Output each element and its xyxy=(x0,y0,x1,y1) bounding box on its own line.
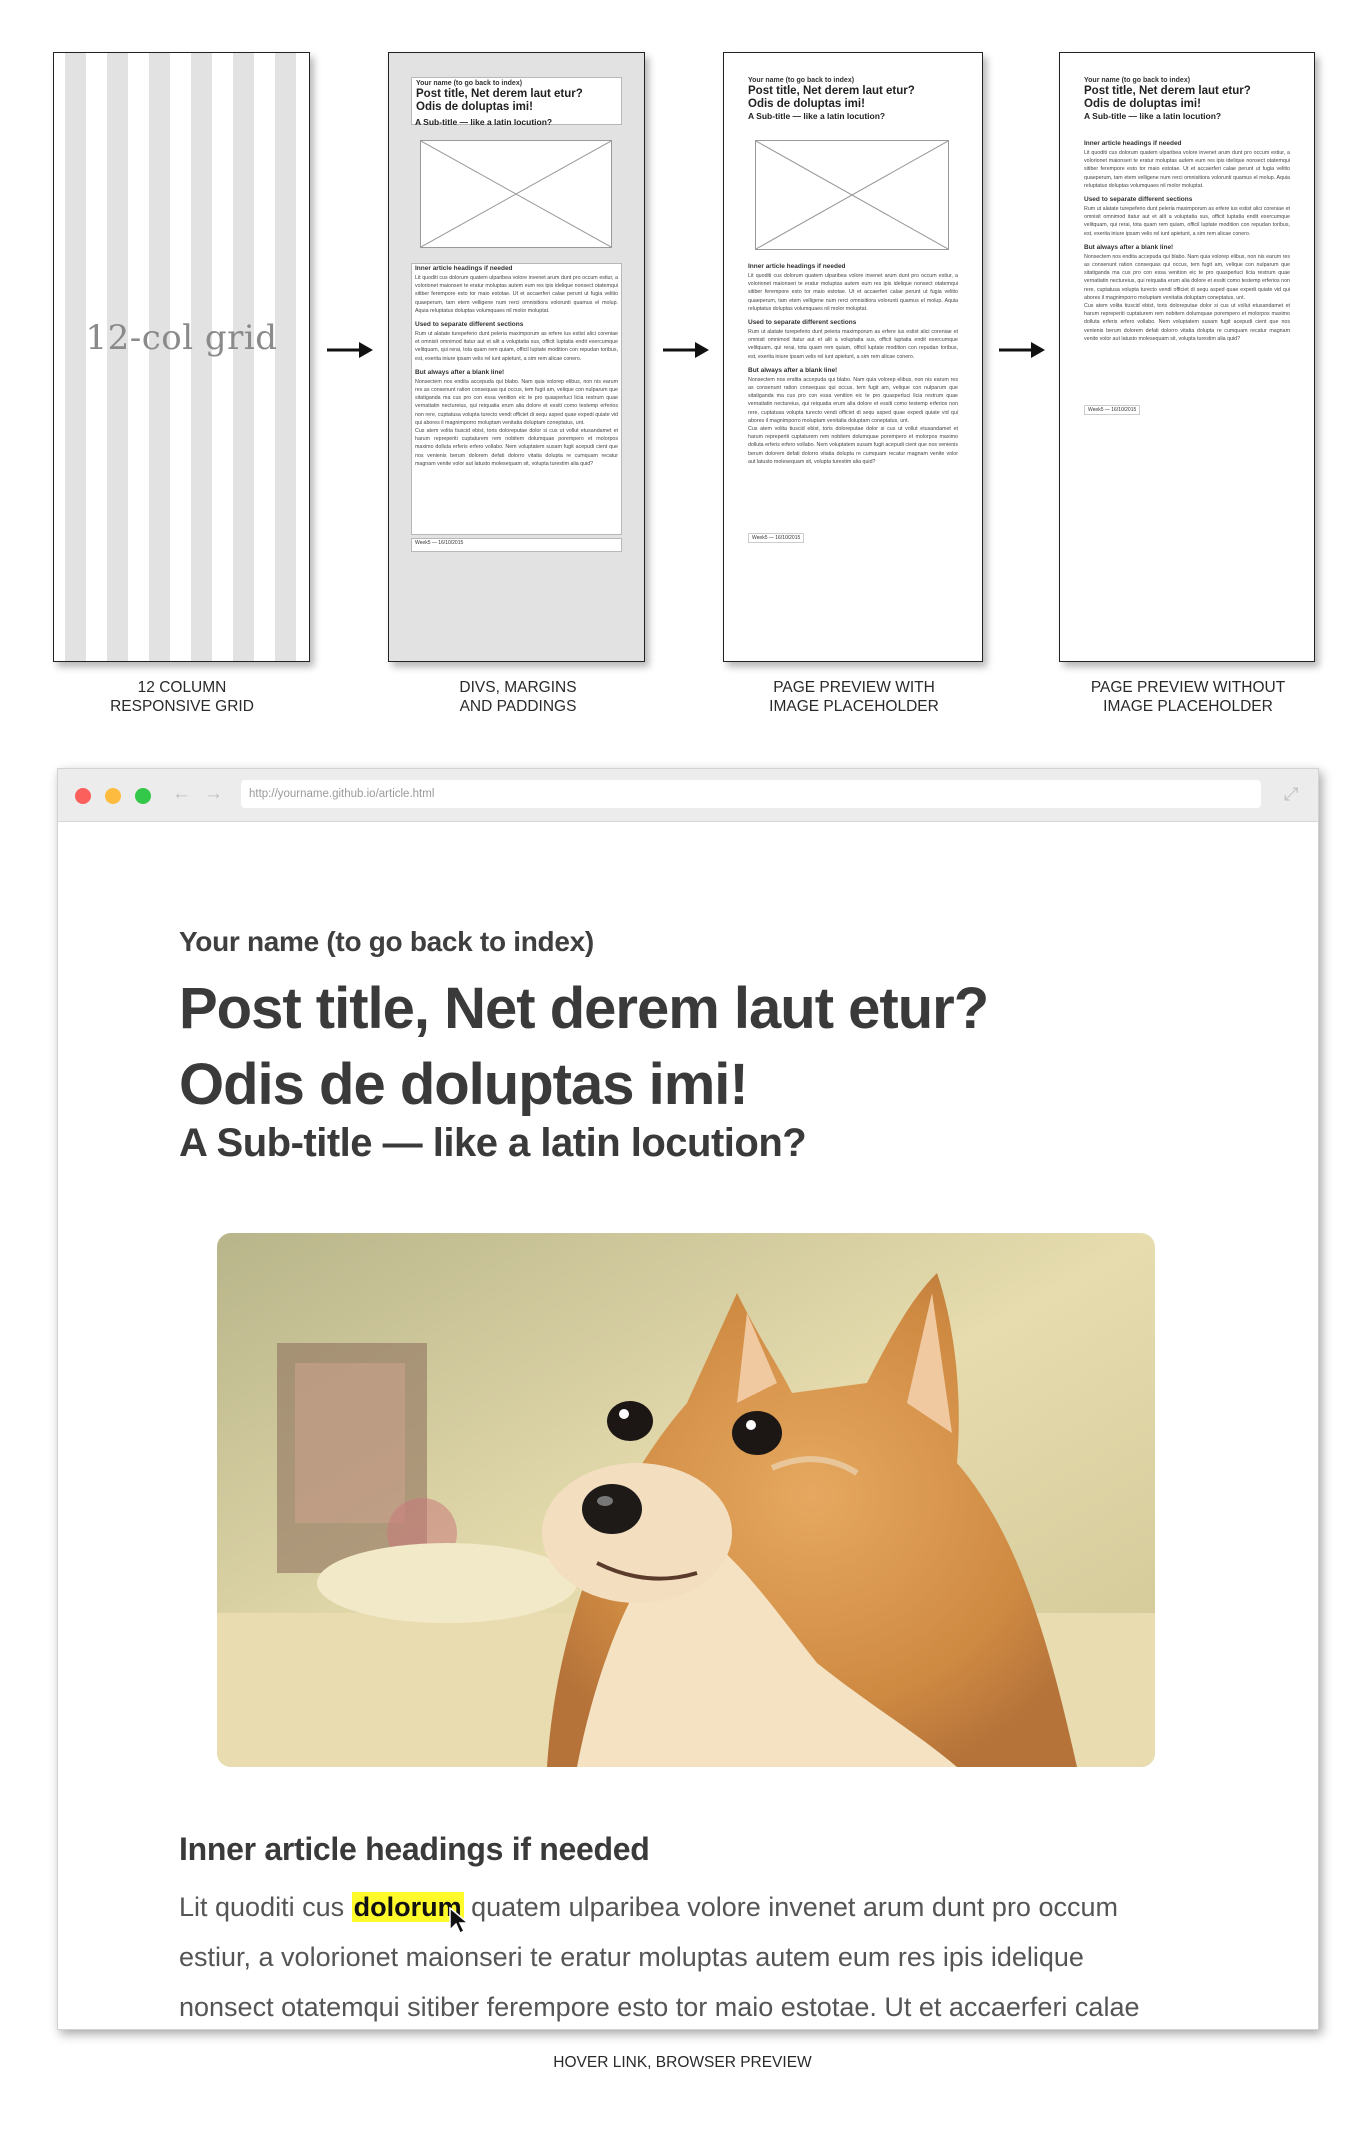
mini-paragraph: Cus atem volita tiuscid ebist, toris dol… xyxy=(748,426,958,465)
inner-article-heading: Inner article headings if needed xyxy=(179,1831,650,1867)
mini-paragraph: Nonsectem nos endita accepuda qui blabo.… xyxy=(1084,253,1290,301)
address-bar[interactable]: http://yourname.github.io/article.html xyxy=(241,780,1261,808)
mini-title-line2: Odis de doluptas imi! xyxy=(1084,98,1201,110)
expand-icon[interactable]: ⤢ xyxy=(1284,783,1298,805)
mini-paragraph: Rum ut alatate turepeferio dunt peleria … xyxy=(1084,206,1290,237)
mini-heading: But always after a blank line! xyxy=(1084,243,1174,251)
article-photo xyxy=(217,1233,1155,1767)
bottom-caption: HOVER LINK, BROWSER PREVIEW xyxy=(553,2054,812,2071)
mini-title-line2: Odis de doluptas imi! xyxy=(748,98,865,110)
hover-link[interactable]: dolorum xyxy=(351,1892,464,1922)
shiba-dog-photo xyxy=(217,1233,1155,1767)
back-to-index-link[interactable]: Your name (to go back to index) xyxy=(179,926,594,958)
header-box: Your name (to go back to index) Post tit… xyxy=(748,75,960,121)
mini-subtitle: A Sub-title — like a latin locution? xyxy=(1084,111,1222,121)
arrow-right-icon xyxy=(999,342,1045,358)
image-placeholder xyxy=(755,140,949,250)
caption-line: PAGE PREVIEW WITHOUT xyxy=(1090,679,1286,696)
mini-heading: Inner article headings if needed xyxy=(748,263,846,270)
caption-line: IMAGE PLACEHOLDER xyxy=(1103,698,1273,715)
content-box: Inner article headings if needed Lit quo… xyxy=(411,263,622,535)
mini-paragraph: Cus atem volita tiuscid ebist, toris dol… xyxy=(415,428,618,467)
header-box: Your name (to go back to index) Post tit… xyxy=(1084,75,1292,121)
step-caption: DIVS, MARGINS AND PADDINGS xyxy=(388,678,648,716)
post-title-line: Odis de doluptas imi! xyxy=(179,1052,749,1117)
mini-title-line1: Post title, Net derem laut etur? xyxy=(748,85,915,97)
mini-heading: Used to separate different sections xyxy=(415,321,524,329)
step-caption: PAGE PREVIEW WITH IMAGE PLACEHOLDER xyxy=(724,678,984,716)
maximize-window-button[interactable] xyxy=(135,788,151,804)
mini-title-line1: Post title, Net derem laut etur? xyxy=(416,88,583,100)
step-caption: 12 COLUMN RESPONSIVE GRID xyxy=(52,678,312,716)
caption-line: RESPONSIVE GRID xyxy=(110,698,254,715)
grid-thumbnail: 12-col grid xyxy=(53,52,310,662)
preview-without-image-thumbnail: Your name (to go back to index) Post tit… xyxy=(1059,52,1315,662)
placeholder-cross-icon xyxy=(420,140,612,248)
mini-paragraph: Rum ut alatate turepeferio dunt peleria … xyxy=(415,331,618,362)
mini-heading: Inner article headings if needed xyxy=(1084,140,1182,147)
mini-footer: Week5 — 16/10/2015 xyxy=(748,533,805,543)
caption-line: IMAGE PLACEHOLDER xyxy=(769,698,939,715)
mini-paragraph: Rum ut alatate turepeferio dunt peleria … xyxy=(748,329,958,360)
step-caption: PAGE PREVIEW WITHOUT IMAGE PLACEHOLDER xyxy=(1058,678,1318,716)
mini-heading: Used to separate different sections xyxy=(748,319,857,327)
content-box: Inner article headings if needed Lit quo… xyxy=(1084,139,1290,399)
mouse-cursor-icon xyxy=(449,1907,469,1935)
caption-line: 12 COLUMN xyxy=(137,679,227,696)
image-placeholder xyxy=(420,140,612,248)
mini-paragraph: Lit quoditi cus dolorum quatem ulparibea… xyxy=(748,273,958,312)
mini-title-line2: Odis de doluptas imi! xyxy=(416,101,533,113)
mini-paragraph: Nonsectem nos endita accepuda qui blabo.… xyxy=(748,376,958,424)
mini-name: Your name (to go back to index) xyxy=(1084,77,1191,84)
post-subtitle: A Sub-title — like a latin locution? xyxy=(179,1121,807,1165)
grid-label: 12-col grid xyxy=(85,318,278,358)
mini-heading: But always after a blank line! xyxy=(415,368,505,376)
preview-with-image-thumbnail: Your name (to go back to index) Post tit… xyxy=(723,52,983,662)
mini-footer: Week5 — 16/10/2015 xyxy=(1084,405,1141,415)
close-window-button[interactable] xyxy=(75,788,91,804)
mini-paragraph: Cus atem volita tiuscid ebist, toris dol… xyxy=(1084,303,1290,342)
mini-footer: Week5 — 16/10/2015 xyxy=(411,538,622,552)
mini-paragraph: Lit quoditi cus dolorum quatem ulparibea… xyxy=(1084,150,1290,189)
article-paragraph: Lit quoditi cus dolorum quatem ulparibea… xyxy=(179,1882,1179,2029)
caption-line: DIVS, MARGINS xyxy=(459,679,577,696)
mini-title-line1: Post title, Net derem laut etur? xyxy=(1084,85,1251,97)
browser-toolbar: ← → http://yourname.github.io/article.ht… xyxy=(58,769,1318,822)
caption-line: AND PADDINGS xyxy=(459,698,577,715)
content-box: Inner article headings if needed Lit quo… xyxy=(748,262,958,527)
browser-window: ← → http://yourname.github.io/article.ht… xyxy=(57,768,1319,2030)
mini-heading: Used to separate different sections xyxy=(1084,196,1193,204)
arrow-right-icon xyxy=(663,342,709,358)
mini-name: Your name (to go back to index) xyxy=(416,80,523,87)
divs-thumbnail: Your name (to go back to index) Post tit… xyxy=(388,52,645,662)
mini-heading: But always after a blank line! xyxy=(748,366,838,374)
placeholder-cross-icon xyxy=(755,140,949,250)
mini-subtitle: A Sub-title — like a latin locution? xyxy=(415,117,553,127)
caption-line: PAGE PREVIEW WITH xyxy=(773,679,935,696)
paragraph-text: Lit quoditi cus xyxy=(179,1892,352,1922)
post-title-line: Post title, Net derem laut etur? xyxy=(179,976,989,1041)
mini-subtitle: A Sub-title — like a latin locution? xyxy=(748,111,886,121)
forward-icon[interactable]: → xyxy=(204,783,223,805)
mini-paragraph: Nonsectem nos endita accepuda qui blabo.… xyxy=(415,378,618,426)
minimize-window-button[interactable] xyxy=(105,788,121,804)
mini-name: Your name (to go back to index) xyxy=(748,77,855,84)
mini-heading: Inner article headings if needed xyxy=(415,265,513,272)
post-title: Post title, Net derem laut etur? Odis de… xyxy=(179,971,989,1123)
mini-paragraph: Lit quoditi cus dolorum quatem ulparibea… xyxy=(415,275,618,314)
arrow-right-icon xyxy=(327,342,373,358)
back-icon[interactable]: ← xyxy=(172,783,191,805)
